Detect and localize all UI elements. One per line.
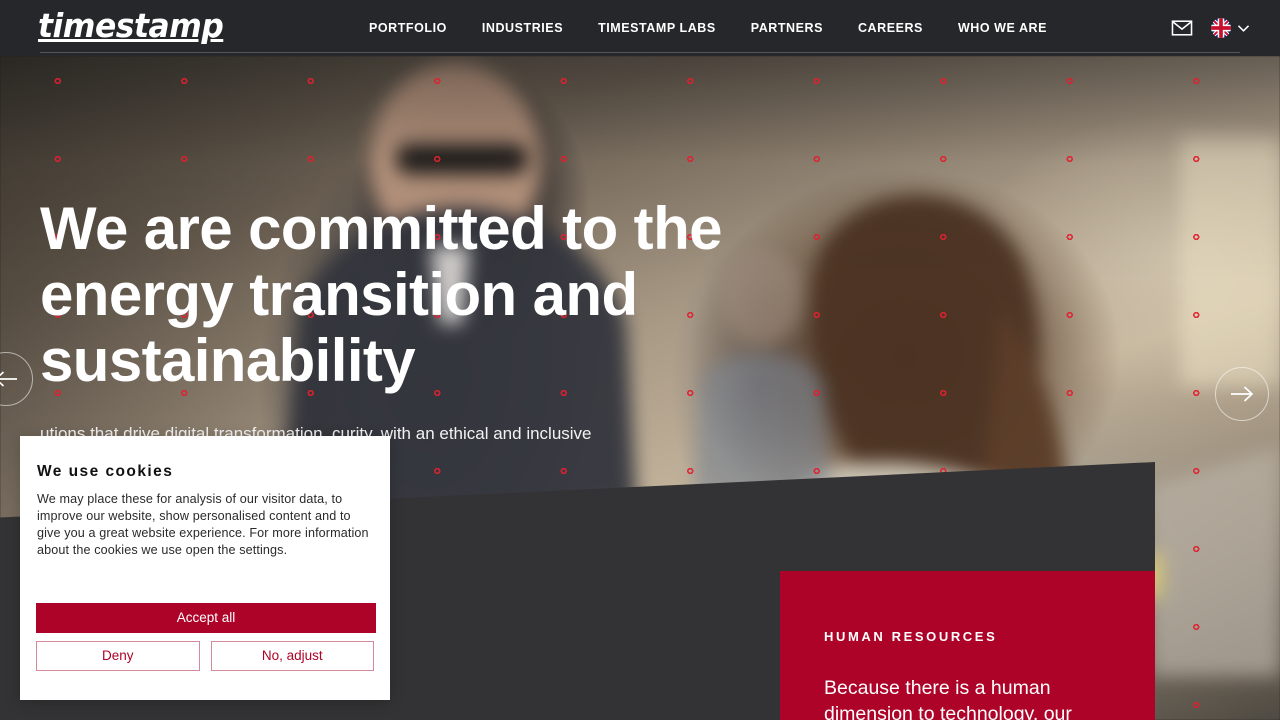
human-resources-card[interactable]: HUMAN RESOURCES Because there is a human…	[780, 571, 1155, 720]
header-divider	[40, 52, 1240, 53]
site-logo[interactable]: timestamp	[38, 6, 224, 46]
uk-flag-icon	[1211, 18, 1231, 38]
hero-title: We are committed to the energy transitio…	[40, 195, 722, 394]
cookie-banner-actions: Accept all Deny No, adjust	[36, 602, 376, 671]
language-selector[interactable]	[1211, 18, 1250, 38]
hero-content: We are committed to the energy transitio…	[40, 196, 760, 445]
human-resources-card-body: Because there is a human dimension to te…	[824, 677, 1072, 720]
mail-icon	[1171, 20, 1193, 36]
cookie-banner-title: We use cookies	[37, 463, 174, 480]
human-resources-card-eyebrow: HUMAN RESOURCES	[824, 629, 998, 644]
nav-item-who-we-are[interactable]: WHO WE ARE	[958, 0, 1047, 56]
cookie-accept-all-button[interactable]: Accept all	[36, 602, 376, 633]
nav-item-portfolio[interactable]: PORTFOLIO	[369, 0, 447, 56]
site-header: timestamp PORTFOLIO INDUSTRIES TIMESTAMP…	[0, 0, 1280, 56]
header-actions	[1171, 0, 1250, 56]
arrow-left-icon	[0, 371, 17, 387]
arrow-right-icon	[1231, 386, 1254, 402]
cookie-secondary-actions: Deny No, adjust	[36, 640, 374, 671]
page-root: timestamp PORTFOLIO INDUSTRIES TIMESTAMP…	[0, 0, 1280, 720]
nav-item-timestamp-labs[interactable]: TIMESTAMP LABS	[598, 0, 716, 56]
cookie-consent-banner: We use cookies We may place these for an…	[20, 436, 390, 700]
nav-item-industries[interactable]: INDUSTRIES	[482, 0, 563, 56]
main-navigation: PORTFOLIO INDUSTRIES TIMESTAMP LABS PART…	[369, 0, 1047, 56]
cookie-deny-button[interactable]: Deny	[36, 640, 200, 671]
nav-item-partners[interactable]: PARTNERS	[751, 0, 823, 56]
contact-mail-button[interactable]	[1171, 17, 1193, 39]
chevron-down-icon	[1237, 24, 1250, 32]
cookie-banner-body: We may place these for analysis of our v…	[37, 492, 369, 557]
carousel-next-button[interactable]	[1215, 367, 1269, 421]
cookie-adjust-button[interactable]: No, adjust	[210, 640, 374, 671]
nav-item-careers[interactable]: CAREERS	[858, 0, 923, 56]
